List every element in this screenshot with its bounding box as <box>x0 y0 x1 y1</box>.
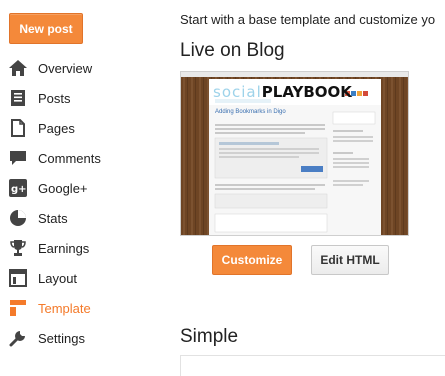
sidebar-item-google-plus[interactable]: g+ Google+ <box>0 174 170 202</box>
simple-heading: Simple <box>180 326 239 347</box>
sidebar-item-label: Posts <box>38 90 71 106</box>
home-icon <box>8 58 28 78</box>
sidebar-item-label: Google+ <box>38 180 88 196</box>
sidebar-item-stats[interactable]: Stats <box>0 204 170 232</box>
template-icon <box>8 298 28 318</box>
sidebar-item-label: Pages <box>38 120 75 136</box>
sidebar-item-comments[interactable]: Comments <box>0 144 170 172</box>
sidebar-item-overview[interactable]: Overview <box>0 54 170 82</box>
stats-pie-icon <box>8 208 28 228</box>
template-preview-thumbnail[interactable]: socialPLAYBOOK Adding Bookmarks in Digo <box>180 71 409 236</box>
trophy-icon <box>8 238 28 258</box>
edit-html-button[interactable]: Edit HTML <box>311 245 389 275</box>
comments-icon <box>8 148 28 168</box>
intro-text: Start with a base template and customize… <box>180 12 436 27</box>
customize-button[interactable]: Customize <box>212 245 292 275</box>
posts-icon <box>8 88 28 108</box>
preview-logo-playbook: PLAYBOOK <box>261 83 352 101</box>
sidebar-item-label: Overview <box>38 60 93 76</box>
wrench-icon <box>8 328 28 348</box>
sidebar-item-posts[interactable]: Posts <box>0 84 170 112</box>
sidebar-item-pages[interactable]: Pages <box>0 114 170 142</box>
sidebar-item-label: Settings <box>38 330 85 346</box>
sidebar-item-label: Template <box>38 300 91 316</box>
new-post-button[interactable]: New post <box>9 13 83 44</box>
sidebar-item-label: Comments <box>38 150 101 166</box>
sidebar-item-settings[interactable]: Settings <box>0 324 170 352</box>
live-on-blog-heading: Live on Blog <box>180 40 285 61</box>
preview-logo: socialPLAYBOOK <box>213 84 352 100</box>
sidebar-item-layout[interactable]: Layout <box>0 264 170 292</box>
svg-text:g+: g+ <box>11 184 27 195</box>
pages-icon <box>8 118 28 138</box>
sidebar-item-label: Earnings <box>38 240 90 256</box>
google-plus-icon: g+ <box>8 178 28 198</box>
sidebar-item-earnings[interactable]: Earnings <box>0 234 170 262</box>
sidebar-item-label: Layout <box>38 270 78 286</box>
sidebar-item-label: Stats <box>38 210 68 226</box>
preview-post-title: Adding Bookmarks in Digo <box>215 109 286 115</box>
layout-icon <box>8 268 28 288</box>
sidebar-item-template[interactable]: Template <box>0 294 170 322</box>
preview-logo-social: social <box>213 83 262 101</box>
